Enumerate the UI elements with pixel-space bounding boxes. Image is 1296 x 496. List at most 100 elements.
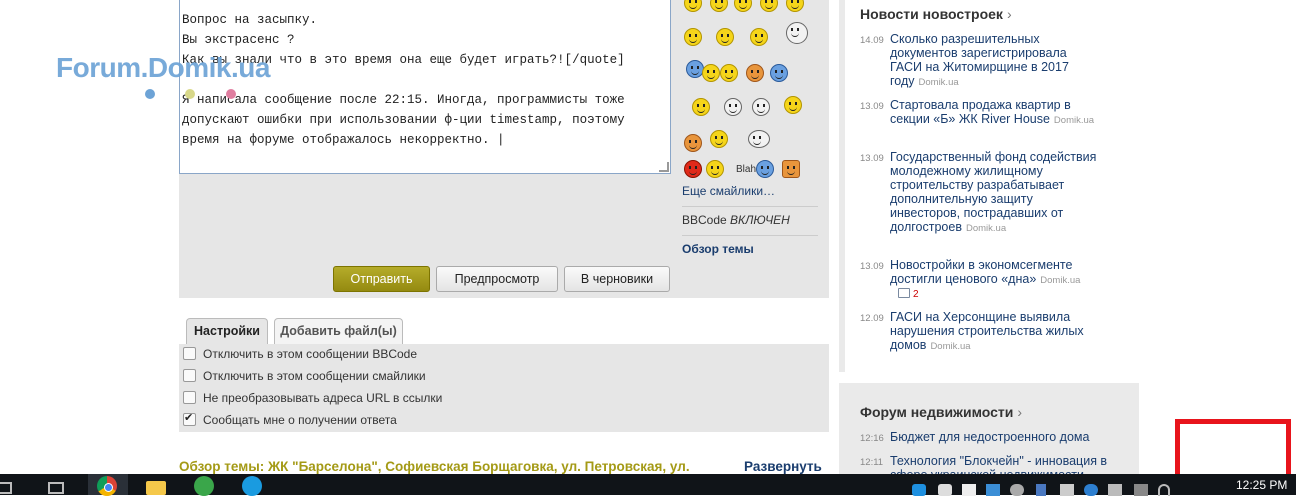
smiley-icon[interactable] bbox=[770, 64, 788, 82]
tab-settings[interactable]: Настройки bbox=[186, 318, 268, 344]
news-item[interactable]: Сколько разрешительных документов зареги… bbox=[890, 32, 1100, 90]
tray-icon[interactable] bbox=[962, 484, 976, 496]
smiley-icon[interactable] bbox=[760, 0, 778, 12]
smiley-icon[interactable] bbox=[748, 130, 770, 148]
post-options-panel: Отключить в этом сообщении BBCode Отключ… bbox=[179, 344, 829, 432]
smiley-icon[interactable] bbox=[716, 28, 734, 46]
smiley-icon[interactable] bbox=[750, 28, 768, 46]
option-disable-smilies[interactable]: Отключить в этом сообщении смайлики bbox=[183, 367, 426, 389]
editor-line: Вы экстрасенс ? bbox=[182, 33, 295, 47]
logo-dot bbox=[145, 89, 155, 99]
file-explorer-icon[interactable] bbox=[146, 481, 166, 495]
smiley-icon[interactable] bbox=[692, 98, 710, 116]
smiley-icon[interactable] bbox=[724, 98, 742, 116]
smiley-icon[interactable] bbox=[710, 130, 728, 148]
news-box-title[interactable]: Новости новостроек › bbox=[860, 6, 1012, 22]
comment-icon bbox=[898, 288, 910, 298]
app-icon[interactable] bbox=[194, 476, 214, 496]
forum-time: 12:16 bbox=[860, 433, 884, 444]
resize-handle[interactable] bbox=[659, 162, 669, 172]
smiley-icon[interactable] bbox=[746, 64, 764, 82]
preview-button[interactable]: Предпросмотр bbox=[436, 266, 558, 292]
smiley-icon[interactable] bbox=[706, 160, 724, 178]
logo-dot bbox=[185, 89, 195, 99]
smiley-icon[interactable] bbox=[786, 22, 808, 44]
news-source: Domik.ua bbox=[918, 77, 959, 88]
save-draft-button[interactable]: В черновики bbox=[564, 266, 670, 292]
tray-icon[interactable] bbox=[1134, 484, 1148, 496]
news-date: 13.09 bbox=[860, 261, 884, 272]
smiley-icon[interactable] bbox=[720, 64, 738, 82]
news-item[interactable]: Стартовала продажа квартир в секции «Б» … bbox=[890, 98, 1100, 128]
checkbox[interactable] bbox=[183, 369, 196, 382]
news-source: Domik.ua bbox=[965, 223, 1007, 234]
checkbox[interactable] bbox=[183, 391, 196, 404]
expand-link[interactable]: Развернуть bbox=[744, 459, 822, 474]
logo-dot bbox=[226, 89, 236, 99]
news-source: Domik.ua bbox=[1053, 115, 1095, 126]
topic-review-title: Обзор темы: ЖК "Барселона", Софиевская Б… bbox=[179, 459, 690, 474]
editor-line: Вопрос на засыпку. bbox=[182, 13, 318, 27]
task-view-icon[interactable] bbox=[48, 482, 64, 494]
smiley-icon[interactable] bbox=[684, 160, 702, 178]
option-no-url-parse[interactable]: Не преобразовывать адреса URL в ссылки bbox=[183, 389, 442, 411]
smilies-grid: Blah bbox=[682, 0, 822, 178]
taskbar-clock[interactable]: 12:25 PM bbox=[1236, 478, 1287, 492]
tray-icon[interactable] bbox=[986, 484, 1000, 496]
topic-review-link[interactable]: Обзор темы bbox=[682, 242, 754, 256]
news-headline[interactable]: ГАСИ на Херсонщине выявила нарушения стр… bbox=[890, 310, 1084, 352]
news-source: Domik.ua bbox=[930, 341, 971, 352]
tray-icon[interactable] bbox=[1010, 484, 1024, 496]
forum-logo: Forum.Domik.ua bbox=[56, 52, 270, 83]
tray-icon[interactable] bbox=[1060, 484, 1074, 496]
tray-icon[interactable] bbox=[1108, 484, 1122, 496]
smiley-icon[interactable] bbox=[702, 64, 720, 82]
news-headline[interactable]: Государственный фонд содействия молодежн… bbox=[890, 150, 1096, 234]
smiley-icon[interactable] bbox=[684, 28, 702, 46]
checkbox[interactable] bbox=[183, 347, 196, 360]
smiley-icon[interactable] bbox=[710, 0, 728, 12]
option-label: Не преобразовывать адреса URL в ссылки bbox=[203, 391, 443, 405]
smiley-icon[interactable] bbox=[782, 160, 800, 178]
option-label: Отключить в этом сообщении BBCode bbox=[203, 347, 418, 361]
smiley-icon[interactable] bbox=[684, 134, 702, 152]
message-textarea[interactable]: Вопрос на засыпку. Вы экстрасенс ? Как в… bbox=[179, 0, 671, 174]
news-item[interactable]: Новостройки в экономсегменте достигли це… bbox=[890, 258, 1100, 288]
checkbox-checked[interactable] bbox=[183, 409, 196, 427]
smiley-icon[interactable] bbox=[684, 0, 702, 12]
wifi-icon[interactable] bbox=[1158, 484, 1170, 496]
bbcode-label: BBCode bbox=[682, 213, 727, 227]
smiley-blah-label[interactable]: Blah bbox=[736, 164, 756, 175]
comment-count: 2 bbox=[913, 289, 919, 300]
tray-icon[interactable] bbox=[938, 484, 952, 496]
smiley-icon[interactable] bbox=[752, 98, 770, 116]
forum-box-title[interactable]: Форум недвижимости › bbox=[860, 404, 1022, 420]
divider bbox=[682, 235, 818, 236]
news-headline[interactable]: Сколько разрешительных документов зареги… bbox=[890, 32, 1069, 88]
smiley-icon[interactable] bbox=[734, 0, 752, 12]
option-disable-bbcode[interactable]: Отключить в этом сообщении BBCode bbox=[183, 345, 417, 367]
news-comments[interactable]: 2 bbox=[898, 288, 919, 300]
tray-icon[interactable] bbox=[1084, 484, 1098, 496]
news-item[interactable]: Государственный фонд содействия молодежн… bbox=[890, 150, 1100, 236]
smiley-icon[interactable] bbox=[756, 160, 774, 178]
bbcode-status: BBCode ВКЛЮЧЕН bbox=[682, 213, 790, 227]
forum-title-text: Форум недвижимости bbox=[860, 404, 1014, 420]
option-label: Отключить в этом сообщении смайлики bbox=[203, 369, 426, 383]
forum-topic-link[interactable]: Бюджет для недостроенного дома bbox=[890, 430, 1120, 444]
option-notify-reply[interactable]: Сообщать мне о получении ответа bbox=[183, 409, 397, 433]
editor-line: Я написала сообщение после 22:15. Иногда… bbox=[182, 93, 625, 107]
news-item[interactable]: ГАСИ на Херсонщине выявила нарушения стр… bbox=[890, 310, 1100, 354]
smiley-icon[interactable] bbox=[784, 96, 802, 114]
start-icon[interactable] bbox=[0, 482, 12, 494]
send-button[interactable]: Отправить bbox=[333, 266, 430, 292]
news-headline[interactable]: Стартовала продажа квартир в секции «Б» … bbox=[890, 98, 1071, 126]
bluetooth-icon[interactable] bbox=[1036, 484, 1046, 496]
skype-icon[interactable] bbox=[242, 476, 262, 496]
tray-icon[interactable] bbox=[912, 484, 926, 496]
news-date: 12.09 bbox=[860, 313, 884, 324]
smiley-icon[interactable] bbox=[686, 60, 704, 78]
tab-attach-files[interactable]: Добавить файл(ы) bbox=[274, 318, 403, 344]
smiley-icon[interactable] bbox=[786, 0, 804, 12]
more-smilies-link[interactable]: Еще смайлики… bbox=[682, 184, 775, 198]
